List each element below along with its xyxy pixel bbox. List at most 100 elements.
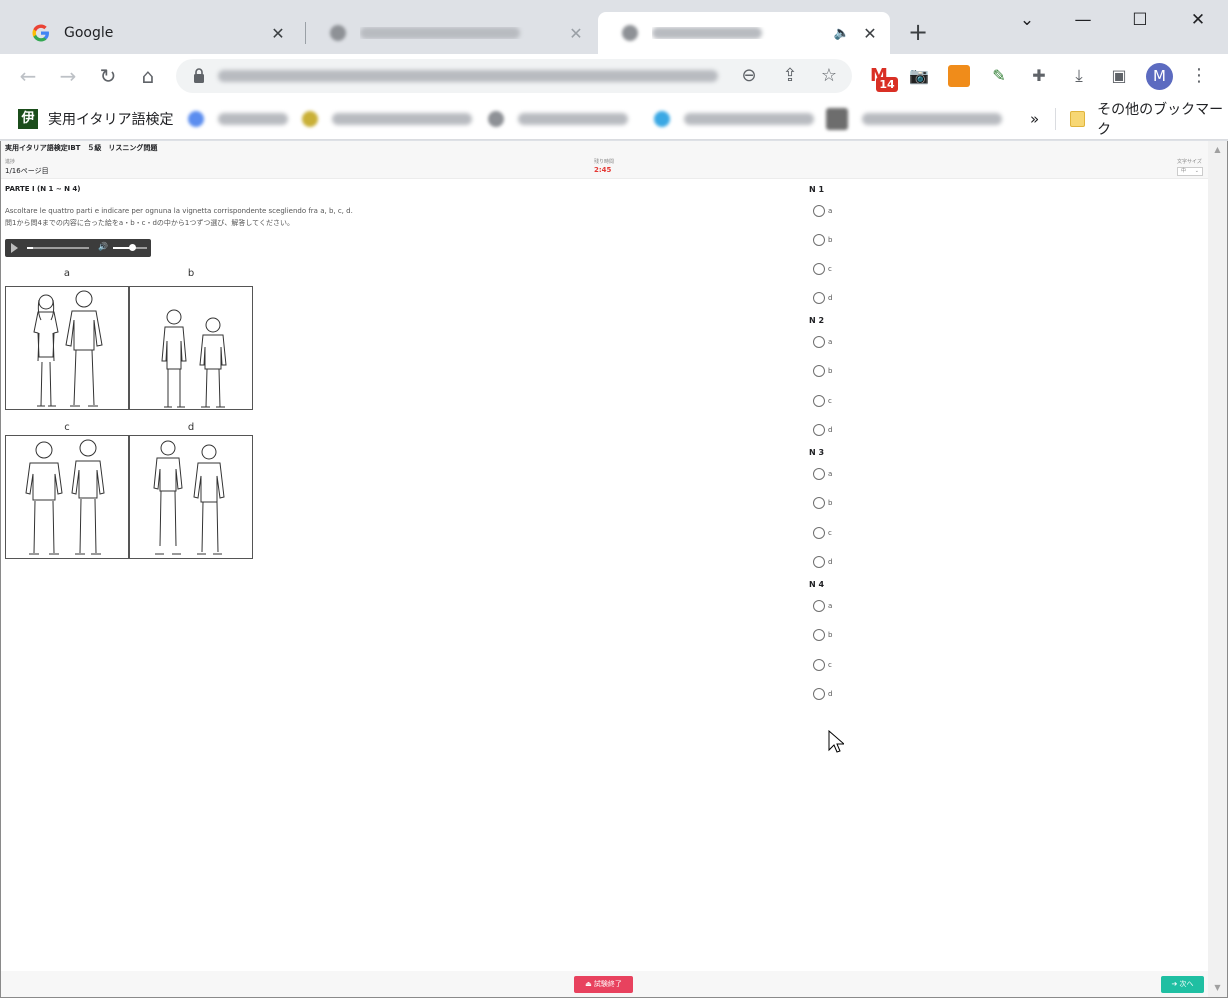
bookmark-blurred-2[interactable]: [302, 107, 472, 131]
audio-progress-track[interactable]: [27, 247, 89, 249]
profile-avatar[interactable]: M: [1146, 63, 1173, 90]
chevron-down-icon: ⌄: [1194, 168, 1199, 174]
option-n2-b[interactable]: b: [813, 365, 832, 377]
camera-extension-icon[interactable]: 📷: [908, 65, 930, 87]
window-close-icon[interactable]: ✕: [1174, 6, 1222, 34]
close-icon[interactable]: ✕: [568, 24, 584, 43]
tab-search-chevron-down-icon[interactable]: ⌄: [1003, 6, 1051, 34]
radio-button[interactable]: [813, 205, 825, 217]
page-scrollbar[interactable]: ▲ ▼: [1208, 141, 1227, 997]
kebab-menu-icon[interactable]: ⋮: [1188, 65, 1210, 87]
blurred-favicon-icon: [302, 111, 318, 127]
next-label: 次へ: [1179, 980, 1194, 988]
option-n1-b[interactable]: b: [813, 234, 832, 246]
close-icon[interactable]: ✕: [862, 24, 878, 43]
radio-button[interactable]: [813, 629, 825, 641]
option-n1-a[interactable]: a: [813, 205, 832, 217]
option-n2-d[interactable]: d: [813, 424, 832, 436]
bookmark-italian-exam[interactable]: 伊 実用イタリア語検定: [18, 107, 173, 131]
radio-button[interactable]: [813, 688, 825, 700]
radio-button[interactable]: [813, 527, 825, 539]
radio-button[interactable]: [813, 424, 825, 436]
option-n1-d[interactable]: d: [813, 292, 832, 304]
bookmark-label: その他のブックマーク: [1097, 102, 1224, 138]
option-label: d: [828, 690, 833, 698]
picture-label-c: c: [64, 422, 70, 433]
blurred-favicon-icon: [622, 25, 638, 41]
play-icon[interactable]: [11, 243, 18, 253]
address-bar[interactable]: ⊖ ⇪ ☆: [176, 59, 852, 93]
option-label: b: [828, 236, 833, 244]
volume-knob[interactable]: [128, 244, 136, 251]
close-icon[interactable]: ✕: [270, 24, 286, 43]
tab-active[interactable]: 🔈 ✕: [598, 12, 890, 54]
option-n4-d[interactable]: d: [813, 688, 832, 700]
back-arrow-icon[interactable]: ←: [14, 62, 42, 90]
feather-extension-icon[interactable]: ✎: [988, 65, 1010, 87]
option-n2-c[interactable]: c: [813, 395, 832, 407]
exam-footer: ⏏ 試験終了 ➔ 次へ: [1, 971, 1208, 997]
bookmark-blurred-1[interactable]: [188, 107, 288, 131]
analytics-extension-icon[interactable]: [948, 65, 970, 87]
bookmarks-overflow-chevron-icon[interactable]: »: [1030, 107, 1039, 131]
lock-icon: [194, 68, 204, 83]
puzzle-extensions-icon[interactable]: ✚: [1028, 65, 1050, 87]
home-icon[interactable]: ⌂: [134, 62, 162, 90]
maximize-icon[interactable]: ☐: [1116, 6, 1164, 34]
minimize-icon[interactable]: —: [1059, 6, 1107, 34]
question-title-n1: N 1: [809, 185, 825, 194]
new-tab-icon[interactable]: +: [904, 18, 932, 46]
fontsize-label: 文字サイズ: [1177, 159, 1202, 165]
zoom-out-icon[interactable]: ⊖: [737, 64, 761, 88]
share-icon[interactable]: ⇪: [778, 64, 802, 88]
radio-button[interactable]: [813, 468, 825, 480]
radio-button[interactable]: [813, 234, 825, 246]
scroll-up-arrow-icon[interactable]: ▲: [1212, 145, 1223, 154]
tab-blurred-1[interactable]: ✕: [306, 12, 596, 54]
forward-arrow-icon[interactable]: →: [54, 62, 82, 90]
option-n4-c[interactable]: c: [813, 659, 832, 671]
option-n1-c[interactable]: c: [813, 263, 832, 275]
radio-button[interactable]: [813, 600, 825, 612]
radio-button[interactable]: [813, 659, 825, 671]
end-exam-button[interactable]: ⏏ 試験終了: [574, 976, 633, 993]
radio-button[interactable]: [813, 336, 825, 348]
radio-button[interactable]: [813, 395, 825, 407]
radio-button[interactable]: [813, 497, 825, 509]
option-n3-a[interactable]: a: [813, 468, 832, 480]
radio-button[interactable]: [813, 556, 825, 568]
bookmark-blurred-5[interactable]: [826, 107, 1002, 131]
option-n3-d[interactable]: d: [813, 556, 832, 568]
picture-b: [129, 286, 253, 410]
side-panel-icon[interactable]: ▣: [1108, 65, 1130, 87]
blurred-favicon-icon: [488, 111, 504, 127]
bookmark-other-folder[interactable]: その他のブックマーク: [1070, 102, 1228, 138]
picture-label-d: d: [187, 422, 195, 433]
option-n2-a[interactable]: a: [813, 336, 832, 348]
radio-button[interactable]: [813, 263, 825, 275]
fontsize-value: 中: [1181, 168, 1187, 174]
bookmark-star-icon[interactable]: ☆: [817, 64, 841, 88]
volume-icon[interactable]: 🔊: [98, 242, 108, 251]
option-n4-b[interactable]: b: [813, 629, 832, 641]
bookmark-blurred-4[interactable]: [654, 107, 814, 131]
end-exam-label: 試験終了: [593, 980, 622, 988]
radio-button[interactable]: [813, 365, 825, 377]
fontsize-select[interactable]: 中 ⌄: [1177, 167, 1203, 176]
speaker-icon[interactable]: 🔈: [834, 26, 850, 41]
radio-button[interactable]: [813, 292, 825, 304]
tab-title: [360, 27, 568, 39]
next-button[interactable]: ➔ 次へ: [1161, 976, 1204, 993]
arrow-right-icon: ➔: [1171, 980, 1180, 988]
option-n3-b[interactable]: b: [813, 497, 832, 509]
exam-title: 実用イタリア語検定IBT ５級 リスニング問題: [5, 144, 158, 152]
scroll-down-arrow-icon[interactable]: ▼: [1212, 983, 1223, 992]
tab-google[interactable]: Google ✕: [8, 12, 298, 54]
reload-icon[interactable]: ↻: [94, 62, 122, 90]
option-n3-c[interactable]: c: [813, 527, 832, 539]
option-label: c: [828, 661, 832, 669]
bookmark-blurred-3[interactable]: [488, 107, 628, 131]
download-icon[interactable]: ⤓: [1068, 65, 1090, 87]
exit-icon: ⏏: [585, 980, 594, 988]
option-n4-a[interactable]: a: [813, 600, 832, 612]
